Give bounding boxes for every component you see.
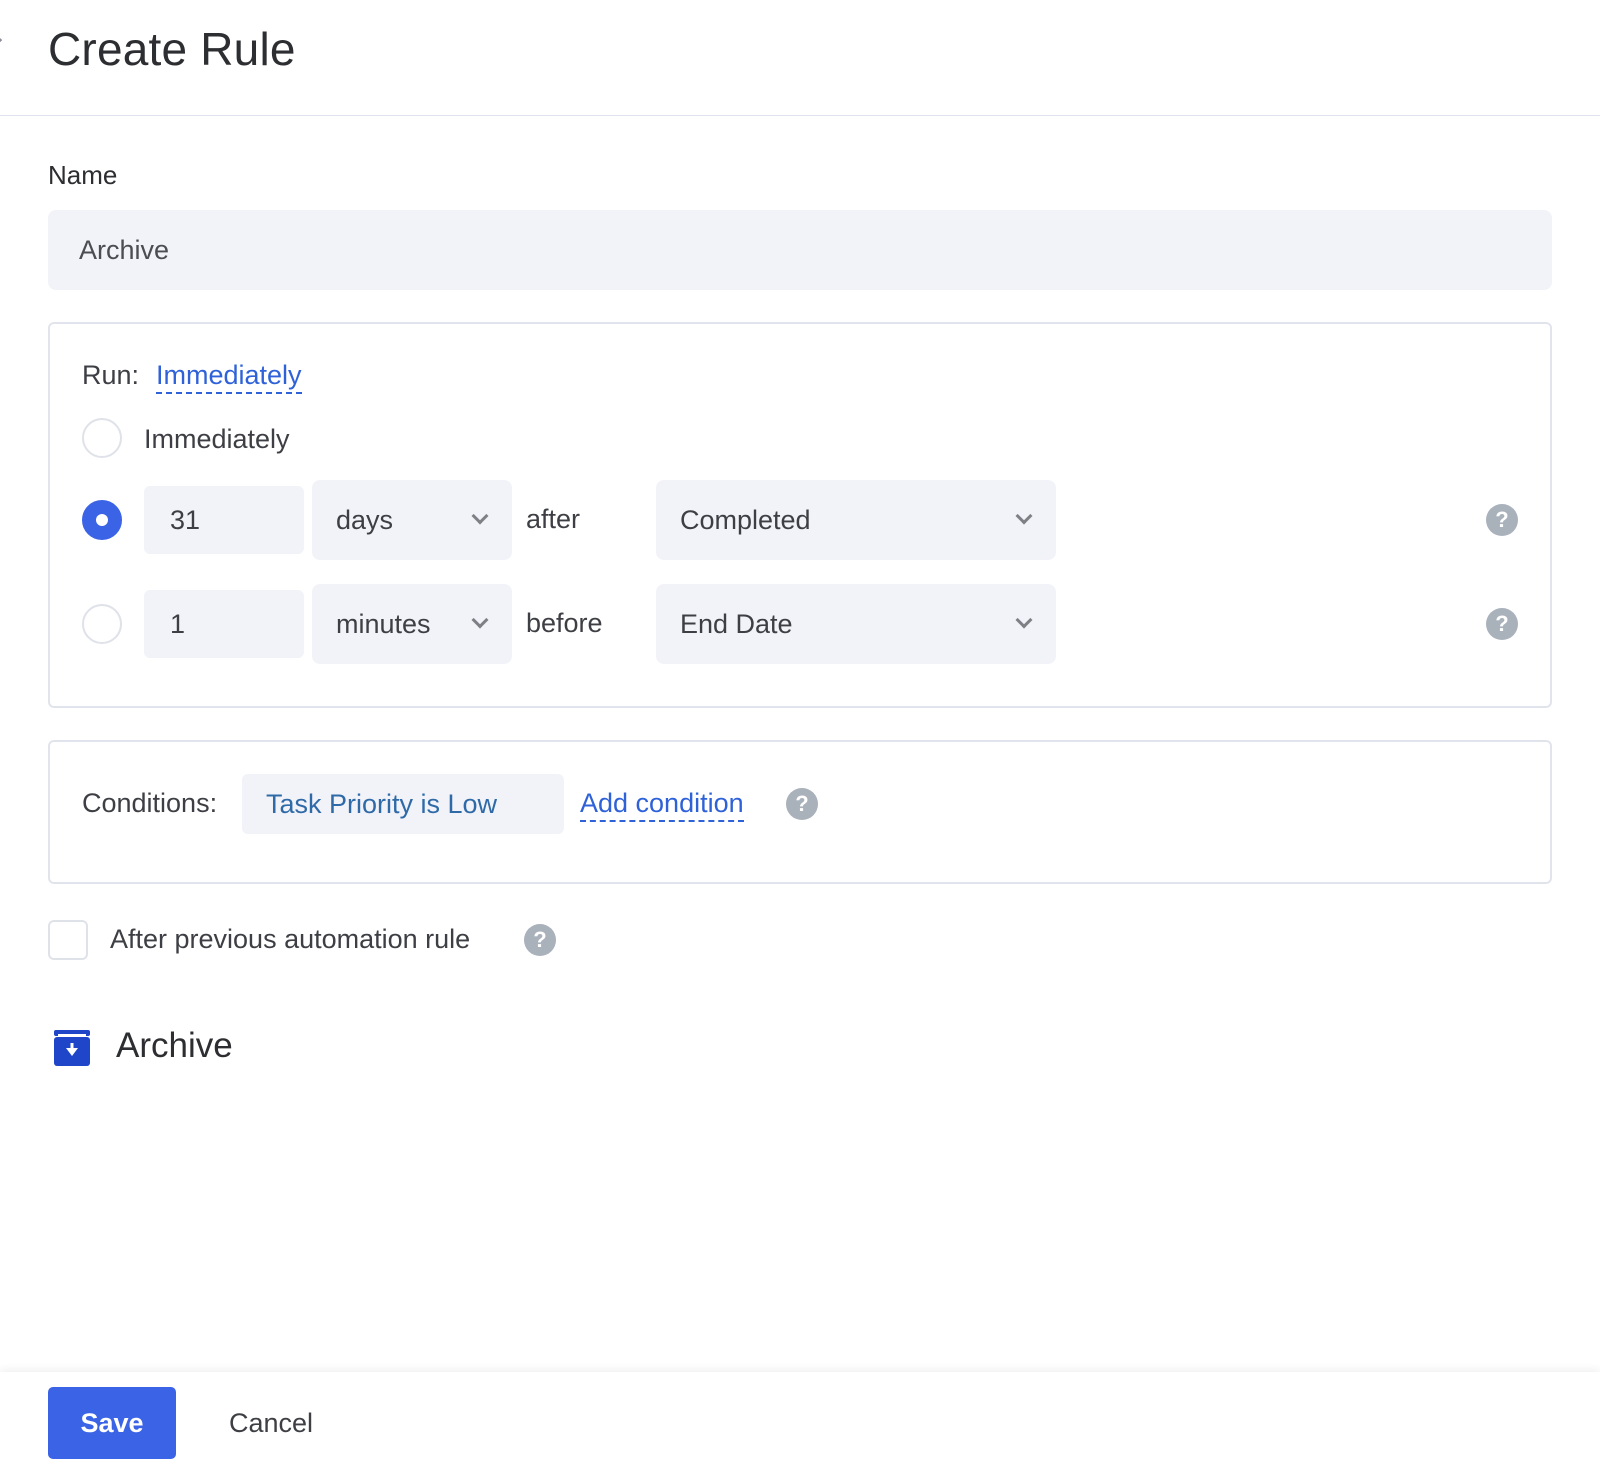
cancel-button[interactable]: Cancel <box>206 1387 336 1459</box>
after-previous-label: After previous automation rule <box>110 924 471 954</box>
before-unit-value: minutes <box>336 609 431 639</box>
before-reference-value: End Date <box>680 609 793 639</box>
help-icon[interactable]: ? <box>1486 608 1518 640</box>
chevron-down-icon <box>1015 611 1033 629</box>
after-reference-value: Completed <box>680 505 811 535</box>
add-condition-link[interactable]: Add condition <box>580 788 744 822</box>
after-relation-label: after <box>526 504 581 534</box>
save-button[interactable]: Save <box>48 1387 176 1459</box>
help-icon[interactable]: ? <box>1486 504 1518 536</box>
conditions-panel: Conditions: Task Priority is Low Add con… <box>48 740 1552 884</box>
before-unit-select[interactable]: minutes <box>312 584 512 664</box>
back-chevron-icon[interactable] <box>0 38 3 51</box>
archive-icon <box>54 1030 90 1066</box>
radio-before[interactable] <box>82 604 122 644</box>
after-amount-input[interactable] <box>144 486 304 554</box>
chevron-down-icon <box>471 611 489 629</box>
help-icon[interactable]: ? <box>524 924 556 956</box>
run-label: Run: <box>82 360 140 390</box>
run-panel: Run: Immediately Immediately days after … <box>48 322 1552 708</box>
before-relation-label: before <box>526 608 603 638</box>
page-title: Create Rule <box>48 23 296 75</box>
radio-immediately-label: Immediately <box>144 424 290 454</box>
action-title: Archive <box>116 1026 233 1065</box>
radio-immediately[interactable] <box>82 418 122 458</box>
after-previous-checkbox[interactable] <box>48 920 88 960</box>
before-reference-select[interactable]: End Date <box>656 584 1056 664</box>
after-unit-select[interactable]: days <box>312 480 512 560</box>
after-unit-value: days <box>336 505 394 535</box>
name-input[interactable] <box>48 210 1552 290</box>
radio-after[interactable] <box>82 500 122 540</box>
conditions-label: Conditions: <box>82 788 218 818</box>
help-icon[interactable]: ? <box>786 788 818 820</box>
after-reference-select[interactable]: Completed <box>656 480 1056 560</box>
condition-chip[interactable]: Task Priority is Low <box>242 774 564 834</box>
footer-bar: Save Cancel <box>0 1372 1600 1474</box>
chevron-down-icon <box>471 507 489 525</box>
before-amount-input[interactable] <box>144 590 304 658</box>
run-mode-link[interactable]: Immediately <box>156 360 302 394</box>
name-label: Name <box>48 160 118 190</box>
chevron-down-icon <box>1015 507 1033 525</box>
page-header: Create Rule <box>0 0 1600 116</box>
